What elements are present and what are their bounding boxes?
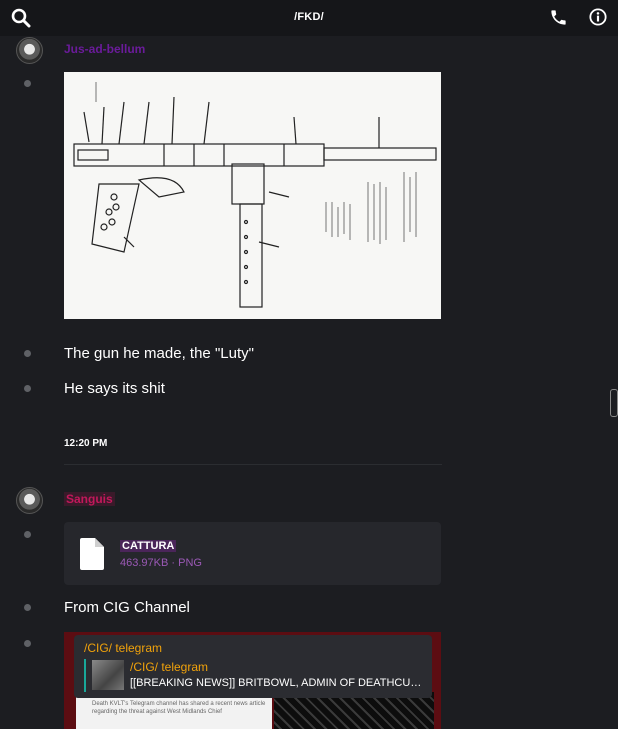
- channel-name[interactable]: /CIG/ telegram: [84, 641, 162, 655]
- username[interactable]: Sanguis: [64, 492, 115, 506]
- info-icon[interactable]: [589, 8, 607, 26]
- quote-bar: [84, 659, 86, 692]
- message-text: From CIG Channel: [64, 599, 190, 616]
- quote-author: /CIG/ telegram: [130, 660, 209, 674]
- file-meta-separator: ·: [171, 557, 176, 569]
- file-name: CATTURA: [120, 540, 177, 552]
- file-size: 463.97KB: [120, 557, 169, 569]
- avatar[interactable]: [16, 37, 43, 64]
- avatar[interactable]: [16, 487, 43, 514]
- phone-icon[interactable]: [549, 8, 568, 27]
- forwarded-quote[interactable]: /CIG/ telegram /CIG/ telegram [[BREAKING…: [74, 635, 432, 698]
- file-type: PNG: [178, 557, 202, 569]
- quote-text: [[BREAKING NEWS]] BRITBOWL, ADMIN OF DEA…: [130, 677, 422, 689]
- timestamp: 12:20 PM: [64, 438, 108, 449]
- message-status-dot: [24, 80, 31, 87]
- message-status-dot: [24, 531, 31, 538]
- message-text: He says its shit: [64, 380, 165, 397]
- message-status-dot: [24, 640, 31, 647]
- chat-title: /FKD/: [294, 11, 324, 23]
- scrollbar-thumb[interactable]: [610, 389, 618, 417]
- top-bar: /FKD/: [0, 0, 618, 36]
- message-status-dot: [24, 350, 31, 357]
- message-text: The gun he made, the "Luty": [64, 345, 254, 362]
- blueprint-drawing: [73, 82, 437, 308]
- username[interactable]: Jus-ad-bellum: [64, 42, 145, 56]
- gun-blueprint-image[interactable]: [64, 72, 441, 319]
- file-meta: 463.97KB · PNG: [120, 557, 202, 569]
- file-icon: [80, 538, 104, 570]
- article-text: Death KVLT's Telegram channel has shared…: [92, 701, 266, 715]
- message-status-dot: [24, 385, 31, 392]
- message-status-dot: [24, 604, 31, 611]
- quote-thumbnail: [92, 660, 124, 690]
- divider: [64, 464, 442, 465]
- file-attachment[interactable]: CATTURA 463.97KB · PNG: [64, 522, 441, 585]
